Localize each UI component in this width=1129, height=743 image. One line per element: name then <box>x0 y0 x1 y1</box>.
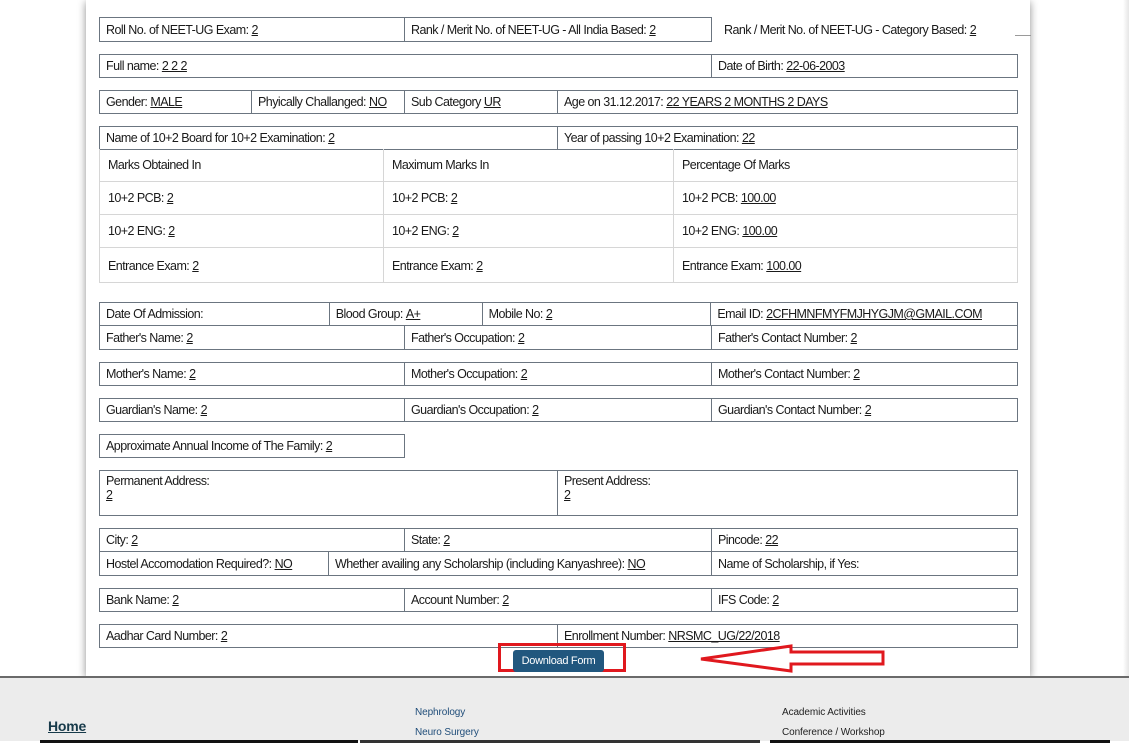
marks-row: 10+2 PCB: 2 10+2 PCB: 2 10+2 PCB: 100.00 <box>100 182 1017 215</box>
marks-cell: 10+2 ENG: 2 <box>384 215 674 247</box>
form-row-father: Father's Name: 2 Father's Occupation: 2 Fa… <box>99 325 1018 350</box>
footer-link-nephrology[interactable]: Nephrology <box>415 707 465 718</box>
form-row-guardian: Guardian's Name: 2 Guardian's Occupation:… <box>99 398 1018 422</box>
mobile-field: Mobile No: 2 <box>481 302 712 326</box>
hostel-field: Hostel Accomodation Required?: NO <box>99 551 329 576</box>
rank-category-field: Rank / Merit No. of NEET-UG - Category B… <box>724 22 977 37</box>
account-number-field: Account Number: 2 <box>404 588 712 612</box>
board-field: Name of 10+2 Board for 10+2 Examination:… <box>99 126 558 150</box>
scholarship-field: Whether availing any Scholarship (includ… <box>328 551 712 576</box>
date-of-birth-field: Date of Birth: 22-06-2003 <box>711 54 1018 78</box>
sub-category-field: Sub Category UR <box>404 90 558 114</box>
guardian-contact-field: Guardian's Contact Number: 2 <box>711 398 1018 422</box>
download-form-button[interactable]: Download Form <box>513 650 604 672</box>
marks-table: Marks Obtained In Maximum Marks In Perce… <box>99 149 1018 283</box>
marks-cell: Entrance Exam: 2 <box>100 248 384 283</box>
form-row-income: Approximate Annual Income of The Family:… <box>99 434 1018 458</box>
marks-row: 10+2 ENG: 2 10+2 ENG: 2 10+2 ENG: 100.00 <box>100 215 1017 248</box>
mother-name-field: Mother's Name: 2 <box>99 362 405 386</box>
form-row-personal: Gender: MALE Phyically Challanged: NO Sub … <box>99 90 1018 114</box>
form-row-hostel: Hostel Accomodation Required?: NO Whether… <box>99 551 1018 576</box>
marks-row: Entrance Exam: 2 Entrance Exam: 2 Entrance… <box>100 248 1017 283</box>
marks-cell: 10+2 ENG: 100.00 <box>682 224 778 238</box>
marks-cell: 10+2 ENG: 2 <box>100 215 384 247</box>
roll-number-field: Roll No. of NEET-UG Exam: 2 <box>99 17 405 42</box>
pincode-field: Pincode: 22 <box>711 528 1018 552</box>
form-row-mother: Mother's Name: 2 Mother's Occupation: 2 Mo… <box>99 362 1018 386</box>
form-row-neet: Roll No. of NEET-UG Exam: 2 Rank / Merit … <box>99 17 1018 42</box>
mother-occupation-field: Mother's Occupation: 2 <box>404 362 712 386</box>
aadhar-field: Aadhar Card Number: 2 <box>99 624 558 648</box>
marks-cell: 10+2 PCB: 2 <box>100 182 384 214</box>
mother-contact-field: Mother's Contact Number: 2 <box>711 362 1018 386</box>
marks-cell: 10+2 PCB: 2 <box>384 182 674 214</box>
footer-link-neuro-surgery[interactable]: Neuro Surgery <box>415 727 479 738</box>
form-row-bank: Bank Name: 2 Account Number: 2 IFS Code: 2 <box>99 588 1018 612</box>
site-footer: Home Nephrology Neuro Surgery Academic A… <box>0 676 1129 743</box>
guardian-occupation-field: Guardian's Occupation: 2 <box>404 398 712 422</box>
physically-challenged-field: Phyically Challanged: NO <box>251 90 405 114</box>
scrollbar-track[interactable] <box>1123 0 1129 676</box>
year-of-passing-field: Year of passing 10+2 Examination: 22 <box>557 126 1018 150</box>
form-row-location: City: 2 State: 2 Pincode: 22 <box>99 528 1018 552</box>
permanent-address-field: Permanent Address: 2 <box>99 470 558 516</box>
form-row-address: Permanent Address: 2 Present Address: 2 <box>99 470 1018 516</box>
marks-header: Percentage Of Marks <box>682 158 790 172</box>
ifs-code-field: IFS Code: 2 <box>711 588 1018 612</box>
rank-all-india-field: Rank / Merit No. of NEET-UG - All India … <box>404 17 712 42</box>
email-field: Email ID: 2CFHMNFMYFMJHYGJM@GMAIL.COM <box>710 302 1018 326</box>
full-name-field: Full name: 2 2 2 <box>99 54 712 78</box>
marks-header: Maximum Marks In <box>384 149 674 181</box>
blood-group-field: Blood Group: A+ <box>328 302 483 326</box>
form-row-board: Name of 10+2 Board for 10+2 Examination:… <box>99 126 1018 150</box>
father-name-field: Father's Name: 2 <box>99 325 405 350</box>
footer-link-academic-activities[interactable]: Academic Activities <box>782 707 866 718</box>
form-row-name: Full name: 2 2 2 Date of Birth: 22-06-2003 <box>99 54 1018 78</box>
present-address-field: Present Address: 2 <box>557 470 1018 516</box>
father-contact-field: Father's Contact Number: 2 <box>711 325 1018 350</box>
marks-header-row: Marks Obtained In Maximum Marks In Perce… <box>100 149 1017 182</box>
city-field: City: 2 <box>99 528 405 552</box>
age-field: Age on 31.12.2017: 22 YEARS 2 MONTHS 2 DA… <box>557 90 1018 114</box>
state-field: State: 2 <box>404 528 712 552</box>
marks-cell: Entrance Exam: 100.00 <box>682 258 802 273</box>
footer-link-conference-workshop[interactable]: Conference / Workshop <box>782 727 885 738</box>
home-link[interactable]: Home <box>48 718 86 734</box>
bank-name-field: Bank Name: 2 <box>99 588 405 612</box>
guardian-name-field: Guardian's Name: 2 <box>99 398 405 422</box>
family-income-field: Approximate Annual Income of The Family:… <box>99 434 405 458</box>
marks-cell: 10+2 PCB: 100.00 <box>682 191 776 205</box>
marks-header: Marks Obtained In <box>100 149 384 181</box>
scholarship-name-field: Name of Scholarship, if Yes: <box>711 551 1018 576</box>
date-of-admission-field: Date Of Admission: <box>99 302 330 326</box>
annotation-arrow-icon <box>700 644 885 673</box>
form-row-admission: Date Of Admission: Blood Group: A+ Mobile… <box>99 302 1018 326</box>
gender-field: Gender: MALE <box>99 90 252 114</box>
marks-cell: Entrance Exam: 2 <box>384 248 674 283</box>
father-occupation-field: Father's Occupation: 2 <box>404 325 712 350</box>
